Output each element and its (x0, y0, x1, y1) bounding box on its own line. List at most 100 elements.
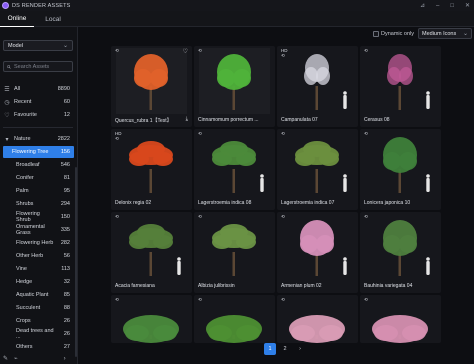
pagination: 1 2 › (78, 343, 474, 359)
category-count: 156 (60, 149, 70, 155)
search-box[interactable] (3, 61, 73, 72)
asset-card[interactable]: ⟲ Lagerstroemia indica 08 (194, 129, 275, 210)
search-input[interactable] (14, 63, 72, 70)
sidebar-category-item[interactable]: Aquatic Plant 85 (0, 289, 78, 301)
heart-icon: ♡ (4, 112, 10, 119)
sidebar-item-all[interactable]: ☰ All 8890 (0, 83, 78, 95)
title-bar: DS RENDER ASSETS ⊿ – □ ✕ (0, 0, 474, 11)
sidebar: Model ⌄ ☰ All 8890 ◷ Recent 60 ♡ Favouri… (0, 27, 78, 364)
rotate-3d-icon: ⟲ (198, 131, 202, 136)
sidebar-category-item[interactable]: Palm 95 (0, 185, 78, 197)
model-select[interactable]: Model ⌄ (3, 40, 73, 51)
view-size-value: Medium Icons (422, 30, 457, 37)
asset-card[interactable]: ⟲ (194, 295, 275, 343)
asset-card[interactable]: ⟲ (111, 295, 192, 343)
asset-card[interactable]: ⟲ Cinnamomum porrectum ... (194, 46, 275, 127)
rotate-3d-icon: ⟲ (198, 48, 202, 53)
sidebar-category-item[interactable]: Shrubs 294 (0, 198, 78, 210)
list-icon: ☰ (4, 86, 10, 93)
asset-card[interactable]: HD ⟲ Campanulata 07 (277, 46, 358, 127)
favourite-icon[interactable]: ♡ (183, 48, 188, 55)
sidebar-category-item[interactable]: Flowering Herb 282 (0, 237, 78, 249)
clock-icon: ◷ (4, 99, 10, 106)
asset-card[interactable]: ⟲ Albizia julibrissin (194, 212, 275, 293)
page-1-button[interactable]: 1 (264, 343, 276, 355)
tab-local[interactable]: Local (38, 11, 68, 27)
sidebar-item-count: 12 (63, 112, 70, 118)
minimize-icon[interactable]: – (436, 3, 439, 9)
asset-card[interactable]: ⟲ Armenian plum 02 (277, 212, 358, 293)
pin-icon[interactable]: ⊿ (420, 2, 425, 9)
asset-name: Lagerstroemia indica 08 (198, 200, 252, 206)
sidebar-section-nature[interactable]: ▾ Nature 2822 (0, 133, 78, 145)
asset-thumbnail (295, 141, 347, 193)
main-panel: Dynamic only Medium Icons ⌄ ⟲ ♡ ⤓ Quercus_r… (78, 27, 474, 364)
view-size-select[interactable]: Medium Icons ⌄ (418, 28, 472, 39)
category-label: Palm (16, 188, 29, 194)
rotate-icon: ⟲ (198, 48, 202, 53)
asset-card[interactable]: ⟲ Lagerstroemia indica 07 (277, 129, 358, 210)
chevron-down-icon: ⌄ (62, 43, 68, 49)
rotate-3d-icon: ⟲ (364, 131, 368, 136)
sidebar-scrollbar[interactable] (75, 167, 77, 357)
asset-card[interactable]: ⟲ Bauhinia variegata 04 (360, 212, 441, 293)
page-2-button[interactable]: 2 (279, 343, 291, 355)
rotate-icon: ⟲ (198, 297, 202, 302)
pin-icon[interactable]: ✎ (3, 355, 8, 362)
asset-thumbnail (289, 315, 345, 343)
sidebar-category-item[interactable]: Vine 113 (0, 263, 78, 275)
dynamic-only-label: Dynamic only (381, 31, 415, 37)
asset-thumbnail (383, 137, 430, 193)
rotate-3d-icon: ⟲ (364, 214, 368, 219)
next-page-button[interactable]: › (294, 343, 306, 355)
rotate-3d-icon: ⟲ (281, 297, 285, 302)
search-icon (7, 64, 11, 69)
asset-card[interactable]: ⟲ (277, 295, 358, 343)
sidebar-category-item[interactable]: Dead trees and ... 26 (0, 328, 78, 340)
section-label: Nature (14, 136, 31, 142)
app-logo-icon (2, 2, 9, 9)
sidebar-category-item[interactable]: Other Herb 56 (0, 250, 78, 262)
rotate-3d-icon: ⟲ (115, 297, 119, 302)
rotate-icon: ⟲ (198, 131, 202, 136)
asset-card[interactable]: ⟲ Lonicera japonica 10 (360, 129, 441, 210)
sidebar-category-item[interactable]: Ornamental Grass 335 (0, 224, 78, 236)
maximize-icon[interactable]: □ (450, 3, 454, 9)
asset-card[interactable]: HD ⟲ Delonix regia 02 (111, 129, 192, 210)
rotate-3d-icon: ⟲ (198, 297, 202, 302)
category-label: Others (16, 344, 33, 350)
sidebar-category-item[interactable]: Flowering Tree 156 (3, 146, 74, 158)
sidebar-category-item[interactable]: Conifer 81 (0, 172, 78, 184)
sidebar-category-item[interactable]: Hedge 32 (0, 276, 78, 288)
asset-thumbnail (129, 224, 181, 276)
rotate-icon: ⟲ (364, 48, 368, 53)
tab-online[interactable]: Online (0, 11, 34, 27)
asset-card[interactable]: ⟲ Cerasus 08 (360, 46, 441, 127)
asset-thumbnail (212, 224, 256, 276)
sidebar-item-recent[interactable]: ◷ Recent 60 (0, 96, 78, 108)
dynamic-only-checkbox[interactable] (373, 31, 379, 37)
asset-thumbnail (123, 315, 179, 343)
sidebar-category-item[interactable]: Succulent 88 (0, 302, 78, 314)
brush-icon[interactable]: ⌁ (14, 355, 18, 362)
sidebar-footer: ✎ ⌁ › (0, 353, 78, 364)
download-icon[interactable]: ⤓ (186, 116, 188, 123)
asset-name: Lonicera japonica 10 (364, 200, 411, 206)
asset-card[interactable]: ⟲ ♡ ⤓ Quercus_rubra 1【Test】 (111, 46, 192, 127)
collapse-icon[interactable]: › (64, 356, 66, 362)
sidebar-category-item[interactable]: Flowering Shrub 150 (0, 211, 78, 223)
rotate-icon: ⟲ (115, 297, 119, 302)
sidebar-item-favourite[interactable]: ♡ Favourite 12 (0, 109, 78, 121)
asset-name: Delonix regia 02 (115, 200, 152, 206)
close-icon[interactable]: ✕ (465, 2, 470, 9)
sidebar-category-item[interactable]: Broadleaf 546 (0, 159, 78, 171)
sidebar-category-item[interactable]: Others 27 (0, 341, 78, 353)
rotate-icon: ⟲ (364, 214, 368, 219)
rotate-icon: ⟲ (364, 297, 368, 302)
asset-card[interactable]: ⟲ Acacia farnesiana (111, 212, 192, 293)
asset-card[interactable]: ⟲ (360, 295, 441, 343)
category-label: Hedge (16, 279, 33, 285)
asset-name: Acacia farnesiana (115, 283, 155, 289)
rotate-3d-icon: HD ⟲ (281, 48, 288, 58)
sidebar-category-item[interactable]: Crops 26 (0, 315, 78, 327)
